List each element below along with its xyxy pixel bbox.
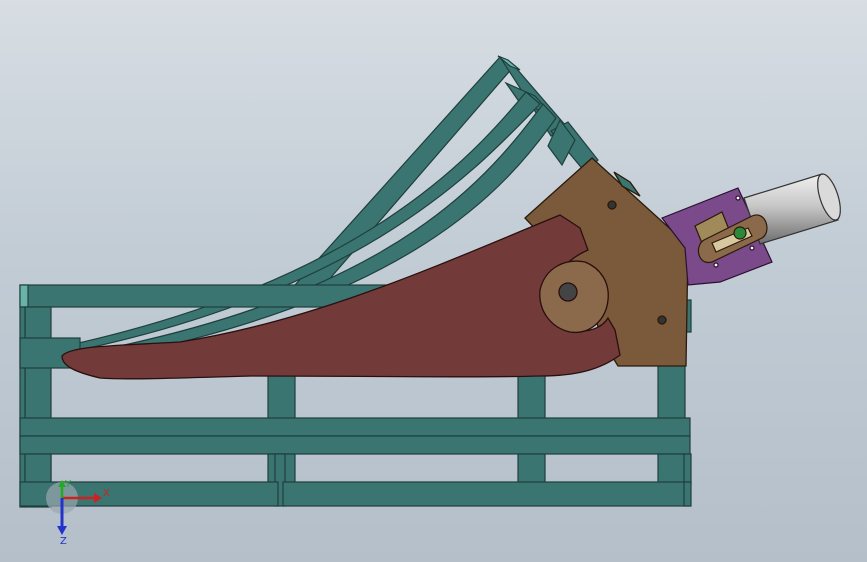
- y-axis-label: Y: [64, 479, 72, 490]
- pivot-hole: [558, 282, 578, 302]
- cad-model[interactable]: [0, 0, 867, 562]
- bracket-bolt: [713, 262, 719, 268]
- bracket-bolt: [735, 195, 741, 201]
- plate-bolt-hole: [607, 200, 617, 210]
- reference-triad[interactable]: X Y Z: [44, 478, 119, 548]
- z-axis-label: Z: [60, 536, 67, 547]
- link-pin: [733, 226, 747, 240]
- x-axis-label: X: [103, 488, 110, 499]
- bracket-bolt: [749, 245, 755, 251]
- plate-bolt-hole: [657, 315, 667, 325]
- graphics-viewport[interactable]: X Y Z: [0, 0, 867, 562]
